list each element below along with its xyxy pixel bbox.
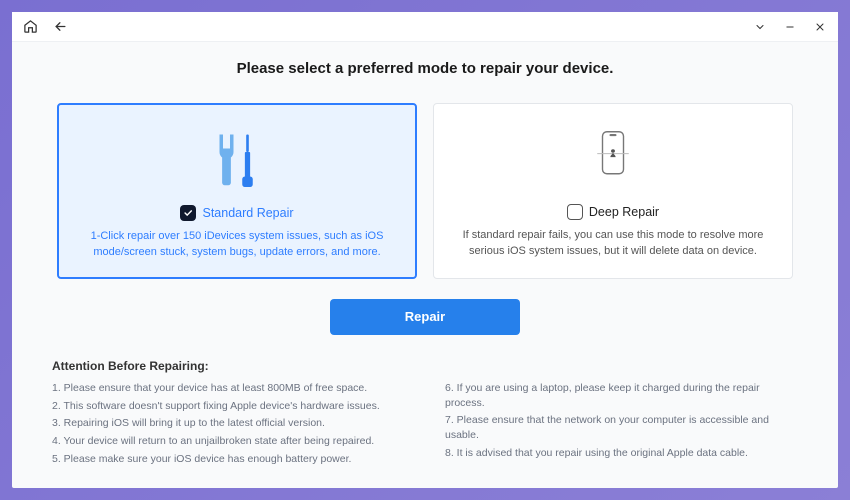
standard-title: Standard Repair [202,206,293,220]
primary-button-wrap: Repair [48,299,802,335]
attention-item: 7. Please ensure that the network on you… [445,413,798,442]
repair-button[interactable]: Repair [330,299,520,335]
phone-device-icon [452,118,774,198]
attention-item: 1. Please ensure that your device has at… [52,381,405,396]
attention-right-col: 6. If you are using a laptop, please kee… [445,381,798,466]
card-title-row: Deep Repair [452,204,774,220]
checkbox-unchecked-icon[interactable] [567,204,583,220]
attention-heading: Attention Before Repairing: [52,359,798,373]
attention-item: 3. Repairing iOS will bring it up to the… [52,416,405,431]
deep-desc: If standard repair fails, you can use th… [452,228,774,260]
titlebar-right [752,19,828,35]
wrench-screwdriver-icon [77,119,397,199]
card-title-row: Standard Repair [77,205,397,221]
attention-item: 6. If you are using a laptop, please kee… [445,381,798,410]
titlebar-left [22,19,68,35]
attention-item: 5. Please make sure your iOS device has … [52,452,405,467]
attention-item: 4. Your device will return to an unjailb… [52,434,405,449]
page-title: Please select a preferred mode to repair… [48,60,802,77]
attention-columns: 1. Please ensure that your device has at… [52,381,798,466]
mode-card-deep[interactable]: Deep Repair If standard repair fails, yo… [433,103,793,279]
titlebar [12,12,838,42]
main-content: Please select a preferred mode to repair… [12,42,838,488]
app-window: Please select a preferred mode to repair… [12,12,838,488]
attention-item: 8. It is advised that you repair using t… [445,446,798,461]
minimize-icon[interactable] [782,19,798,35]
attention-block: Attention Before Repairing: 1. Please en… [48,355,802,466]
attention-left-col: 1. Please ensure that your device has at… [52,381,405,466]
checkbox-checked-icon[interactable] [180,205,196,221]
home-icon[interactable] [22,19,38,35]
standard-desc: 1-Click repair over 150 iDevices system … [77,229,397,261]
chevron-down-icon[interactable] [752,19,768,35]
mode-card-standard[interactable]: Standard Repair 1-Click repair over 150 … [57,103,417,279]
back-icon[interactable] [52,19,68,35]
deep-title: Deep Repair [589,205,659,219]
close-icon[interactable] [812,19,828,35]
attention-item: 2. This software doesn't support fixing … [52,399,405,414]
mode-cards-row: Standard Repair 1-Click repair over 150 … [48,103,802,279]
